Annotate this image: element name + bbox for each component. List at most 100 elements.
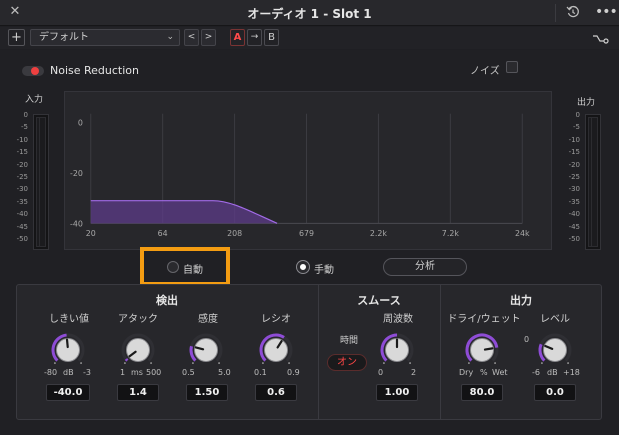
- knob-max-mark: [494, 362, 496, 364]
- noise-label: ノイズ: [470, 66, 500, 77]
- divider: [555, 4, 556, 22]
- threshold-label: しきい値: [49, 314, 89, 325]
- input-scale-tick: -45: [16, 222, 28, 231]
- copy-a-to-b-button[interactable]: →: [247, 29, 262, 46]
- sensitivity-max: 5.0: [218, 368, 231, 377]
- add-preset-button[interactable]: +: [8, 29, 25, 46]
- x-tick-label: 20: [86, 229, 96, 238]
- knob-arc: [124, 358, 129, 362]
- input-scale-tick: 0: [23, 111, 28, 119]
- output-scale-tick: -40: [568, 210, 580, 219]
- output-scale-tick: 0: [575, 111, 580, 119]
- toggle-indicator: [31, 67, 39, 75]
- level-label: レベル: [540, 314, 570, 325]
- next-preset-button[interactable]: >: [201, 29, 216, 46]
- more-options-icon[interactable]: •••: [595, 4, 618, 20]
- knob-body: [264, 338, 288, 362]
- manual-label: 手動: [314, 265, 334, 276]
- compare-b-button[interactable]: B: [264, 29, 279, 46]
- output-scale-tick: -5: [573, 123, 580, 132]
- knob-min-mark: [541, 362, 543, 364]
- y-tick-label: -40: [70, 219, 83, 228]
- output-meter-label: 出力: [577, 98, 596, 108]
- input-meter: [33, 114, 49, 250]
- drywet-value[interactable]: 80.0: [461, 384, 503, 401]
- spectrum-graph: 20 64 208 679 2.2k 7.2k 24k 0 -20 -40: [64, 91, 552, 250]
- output-scale-tick: -45: [568, 222, 580, 231]
- ratio-knob[interactable]: [256, 330, 296, 370]
- input-scale-tick: -5: [21, 123, 28, 132]
- output-section-title: 出力: [510, 294, 532, 307]
- ratio-label: レシオ: [261, 314, 291, 325]
- output-scale-tick: -30: [568, 185, 580, 194]
- threshold-value[interactable]: -40.0: [46, 384, 90, 401]
- knob-max-mark: [80, 362, 82, 364]
- time-label: 時間: [340, 336, 359, 346]
- input-scale-tick: -50: [16, 235, 28, 243]
- sensitivity-label: 感度: [198, 314, 218, 325]
- response-area: [90, 200, 278, 224]
- input-scale-tick: -30: [16, 185, 28, 194]
- output-scale-tick: -25: [568, 173, 580, 181]
- ratio-value[interactable]: 0.6: [255, 384, 297, 401]
- knob-body: [470, 338, 494, 362]
- time-on-button[interactable]: オン: [327, 354, 367, 371]
- input-scale-tick: -10: [16, 135, 28, 144]
- frequency-value[interactable]: 1.00: [376, 384, 418, 401]
- window-title: オーディオ 1 - Slot 1: [247, 7, 372, 21]
- ratio-min: 0.1: [254, 368, 267, 377]
- module-name: Noise Reduction: [50, 64, 139, 77]
- title-bar: ✕ オーディオ 1 - Slot 1 •••: [0, 0, 619, 26]
- knob-min-mark: [262, 362, 264, 364]
- frequency-knob[interactable]: [377, 330, 417, 370]
- threshold-min: -80: [44, 368, 58, 377]
- attack-max: 500: [146, 368, 162, 377]
- knob-min-mark: [192, 362, 194, 364]
- threshold-knob[interactable]: [48, 330, 88, 370]
- level-unit: dB: [547, 368, 558, 377]
- knob-body: [126, 338, 150, 362]
- drywet-min: Dry: [459, 368, 474, 377]
- attack-min: 1: [120, 368, 126, 377]
- noise-reduction-toggle[interactable]: [22, 66, 44, 76]
- level-value[interactable]: 0.0: [534, 384, 576, 401]
- knob-max-mark: [567, 362, 569, 364]
- output-scale-tick: -15: [568, 148, 580, 157]
- drywet-knob[interactable]: [462, 330, 502, 370]
- preset-value: デフォルト: [39, 32, 89, 43]
- reset-icon[interactable]: [566, 5, 580, 19]
- y-tick-label: 0: [78, 119, 83, 128]
- x-tick-label: 2.2k: [370, 229, 388, 238]
- automation-link-icon[interactable]: [592, 31, 610, 45]
- threshold-max: -3: [83, 368, 91, 377]
- knob-min-mark: [383, 362, 385, 364]
- manual-radio[interactable]: [297, 261, 309, 273]
- sensitivity-value[interactable]: 1.50: [186, 384, 228, 401]
- attack-knob[interactable]: [118, 330, 158, 370]
- chevron-down-icon: ⌄: [166, 32, 174, 42]
- output-meter: [585, 114, 601, 250]
- knob-body: [194, 338, 218, 362]
- analyze-button[interactable]: 分析: [383, 258, 467, 276]
- y-tick-label: -20: [70, 169, 83, 178]
- preset-dropdown[interactable]: デフォルト ⌄: [30, 29, 180, 46]
- level-knob[interactable]: [535, 330, 575, 370]
- attack-value[interactable]: 1.4: [117, 384, 159, 401]
- ratio-max: 0.9: [287, 368, 300, 377]
- drywet-unit: %: [480, 368, 488, 377]
- previous-preset-button[interactable]: <: [184, 29, 199, 46]
- drywet-max: Wet: [492, 368, 508, 377]
- level-max: +18: [563, 368, 580, 377]
- x-tick-label: 208: [227, 229, 242, 238]
- x-tick-label: 64: [158, 229, 168, 238]
- input-scale-tick: -40: [16, 210, 28, 219]
- frequency-label: 周波数: [383, 314, 413, 325]
- compare-a-button[interactable]: A: [230, 29, 245, 46]
- level-zero-mark: 0: [524, 335, 530, 344]
- knob-pointer: [65, 338, 69, 349]
- input-scale-tick: -15: [16, 148, 28, 157]
- sensitivity-knob[interactable]: [186, 330, 226, 370]
- noise-checkbox[interactable]: [506, 61, 518, 73]
- threshold-unit: dB: [63, 368, 74, 377]
- knob-max-mark: [218, 362, 220, 364]
